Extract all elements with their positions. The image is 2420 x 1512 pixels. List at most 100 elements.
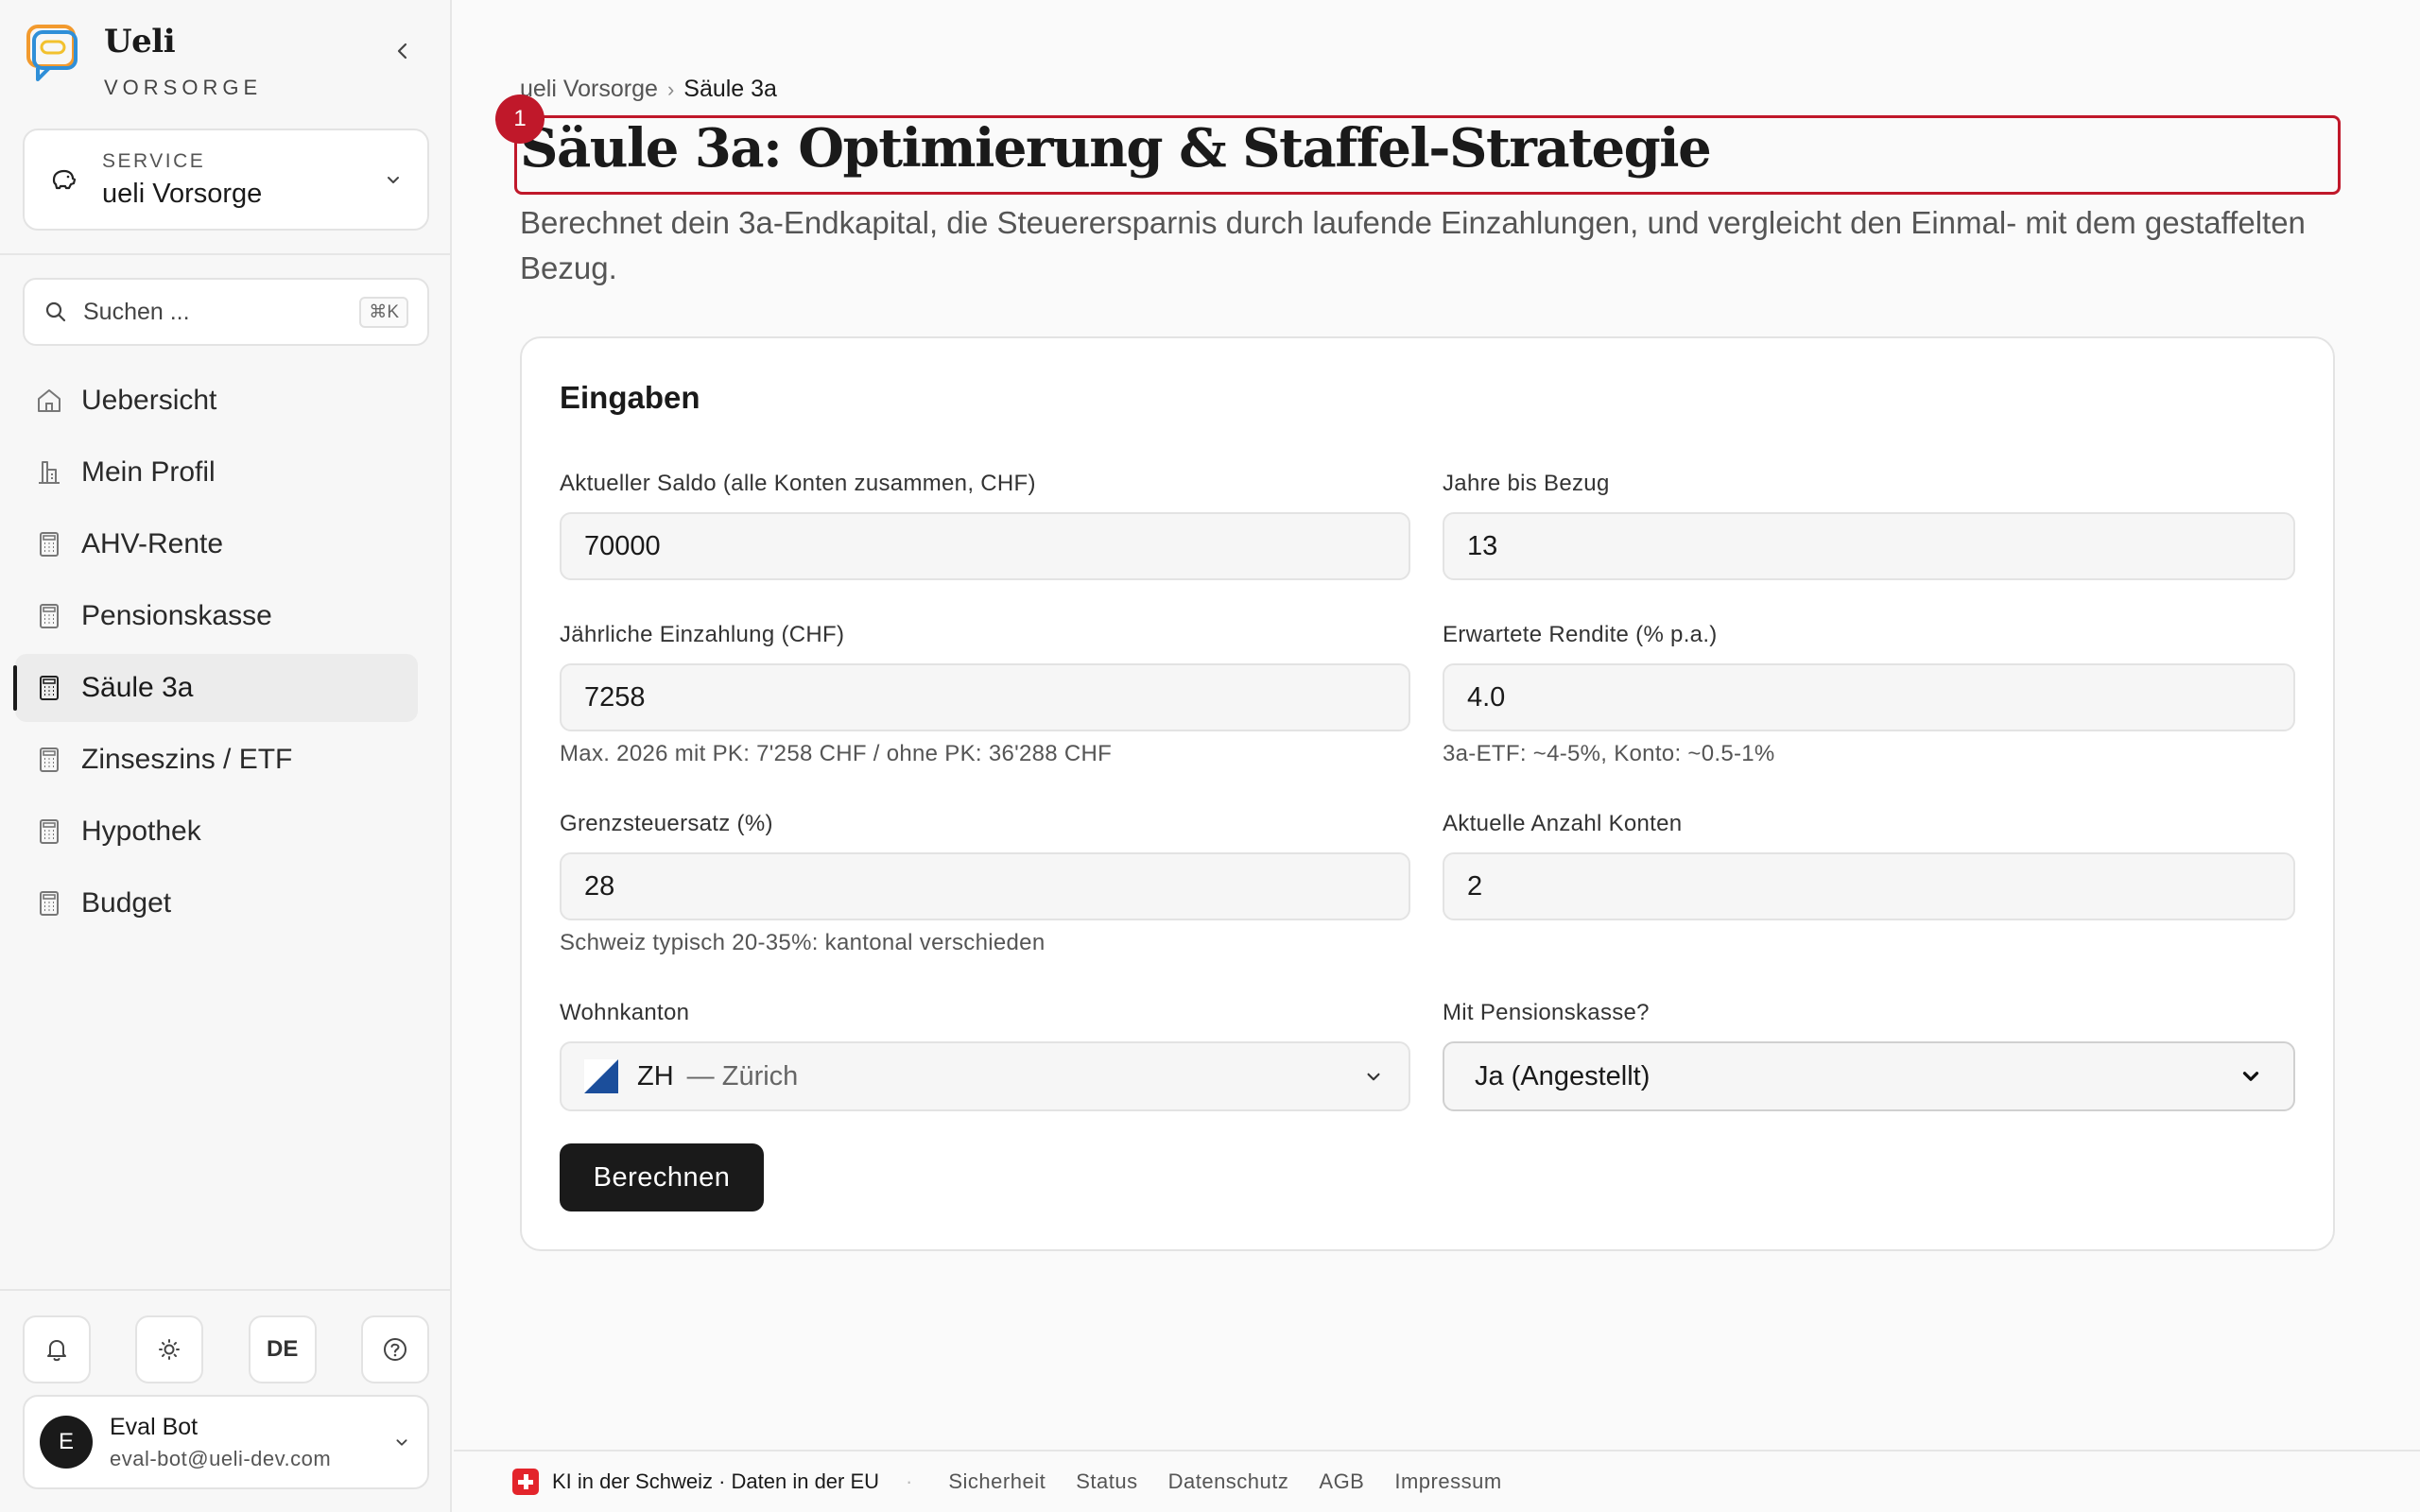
logo-icon — [26, 25, 78, 81]
calculator-icon — [34, 601, 64, 631]
kanton-name: — Zürich — [686, 1060, 799, 1091]
theme-toggle-button[interactable] — [135, 1315, 204, 1383]
calculator-icon — [34, 529, 64, 559]
footer-link-datenschutz[interactable]: Datenschutz — [1168, 1469, 1289, 1494]
sidebar: Ueli VORSORGE SERVICE ueli Vorsorge Such… — [0, 0, 452, 1512]
search-icon — [45, 301, 66, 322]
home-icon — [34, 386, 64, 416]
chevron-down-icon — [1367, 1073, 1380, 1081]
sidebar-item-label: Mein Profil — [81, 456, 216, 488]
footer-link-status[interactable]: Status — [1076, 1469, 1137, 1494]
steuersatz-hint: Schweiz typisch 20-35%: kantonal verschi… — [560, 930, 1046, 955]
piggy-bank-icon — [47, 163, 79, 196]
sidebar-item-uebersicht[interactable]: Uebersicht — [15, 367, 418, 435]
calculator-icon — [34, 888, 64, 919]
sidebar-item-label: Säule 3a — [81, 672, 194, 703]
language-button[interactable]: DE — [248, 1315, 317, 1383]
service-label: SERVICE — [102, 149, 206, 172]
user-email: eval-bot@ueli-dev.com — [110, 1446, 332, 1470]
sidebar-tools: DE — [23, 1315, 429, 1383]
saldo-input[interactable] — [560, 512, 1410, 580]
kanton-label: Wohnkanton — [560, 1000, 690, 1025]
sidebar-divider — [0, 253, 452, 255]
swiss-flag-icon — [512, 1469, 539, 1495]
konten-input[interactable] — [1443, 852, 2295, 920]
sidebar-item-label: Pensionskasse — [81, 600, 272, 631]
steuersatz-label: Grenzsteuersatz (%) — [560, 811, 773, 836]
breadcrumb-root-link[interactable]: ueli Vorsorge — [520, 76, 658, 103]
sidebar-item-label: Budget — [81, 887, 172, 919]
search-placeholder: Suchen ... — [83, 298, 190, 325]
card-title: Eingaben — [560, 380, 700, 415]
einzahlung-hint: Max. 2026 mit PK: 7'258 CHF / ohne PK: 3… — [560, 741, 1113, 766]
footer-link-sicherheit[interactable]: Sicherheit — [948, 1469, 1046, 1494]
sidebar-item-hypothek[interactable]: Hypothek — [15, 798, 418, 866]
title-highlight-box — [514, 115, 2341, 195]
jahre-label: Jahre bis Bezug — [1443, 471, 1610, 496]
footer: KI in der Schweiz · Daten in der EU · Si… — [454, 1450, 2420, 1512]
calculator-icon — [34, 673, 64, 703]
main-content: ueli Vorsorge › Säule 3a Säule 3a: Optim… — [454, 0, 2420, 1450]
inputs-card: Eingaben Aktueller Saldo (alle Konten zu… — [520, 336, 2335, 1251]
rendite-label: Erwartete Rendite (% p.a.) — [1443, 622, 1718, 647]
berechnen-button[interactable]: Berechnen — [560, 1143, 764, 1211]
sidebar-item-pensionskasse[interactable]: Pensionskasse — [15, 582, 418, 650]
chevron-down-icon — [2242, 1072, 2259, 1081]
kanton-select[interactable]: ZH — Zürich — [560, 1041, 1410, 1111]
bank-icon — [34, 457, 64, 488]
breadcrumb-current: Säule 3a — [683, 76, 777, 102]
saldo-label: Aktueller Saldo (alle Konten zusammen, C… — [560, 471, 1036, 496]
calculator-icon — [34, 816, 64, 847]
steuersatz-input[interactable] — [560, 852, 1410, 920]
breadcrumb-separator: › — [666, 77, 675, 101]
brand[interactable]: Ueli VORSORGE — [25, 23, 262, 100]
zurich-flag-icon — [584, 1059, 618, 1093]
jahre-input[interactable] — [1443, 512, 2295, 580]
sidebar-item-label: Uebersicht — [81, 385, 217, 416]
pensionskasse-select[interactable]: Ja (Angestellt) — [1443, 1041, 2295, 1111]
user-menu[interactable]: E Eval Bot eval-bot@ueli-dev.com — [23, 1395, 429, 1489]
breadcrumb: ueli Vorsorge › Säule 3a — [520, 76, 777, 103]
sidebar-item-mein-profil[interactable]: Mein Profil — [15, 438, 418, 507]
footer-link-agb[interactable]: AGB — [1319, 1469, 1364, 1494]
pk-label: Mit Pensionskasse? — [1443, 1000, 1650, 1025]
search-shortcut: ⌘K — [359, 296, 408, 328]
bell-icon — [47, 1340, 66, 1362]
sidebar-item-ahv-rente[interactable]: AHV-Rente — [15, 510, 418, 578]
sidebar-item-zinseszins-etf[interactable]: Zinseszins / ETF — [15, 726, 418, 794]
rendite-input[interactable] — [1443, 663, 2295, 731]
annotation-marker: 1 — [495, 94, 544, 144]
footer-link-impressum[interactable]: Impressum — [1394, 1469, 1501, 1494]
footer-separator: · — [906, 1469, 913, 1493]
sun-icon — [159, 1339, 181, 1360]
konten-label: Aktuelle Anzahl Konten — [1443, 811, 1683, 836]
brand-name: Ueli — [104, 23, 176, 60]
rendite-hint: 3a-ETF: ~4-5%, Konto: ~0.5-1% — [1443, 741, 1775, 766]
sidebar-item-label: Zinseszins / ETF — [81, 744, 293, 775]
help-icon — [383, 1338, 406, 1361]
chevron-left-icon — [397, 43, 407, 60]
chevron-down-icon — [396, 1439, 407, 1446]
sidebar-nav: Uebersicht Mein Profil AHV-Rente Pension… — [13, 367, 418, 941]
einzahlung-label: Jährliche Einzahlung (CHF) — [560, 622, 845, 647]
search-input[interactable]: Suchen ... ⌘K — [23, 278, 429, 346]
chevron-down-icon — [388, 177, 399, 183]
brand-sub: VORSORGE — [104, 76, 263, 99]
sidebar-item-saeule-3a[interactable]: Säule 3a — [13, 654, 418, 722]
sidebar-item-label: AHV-Rente — [81, 528, 224, 559]
collapse-sidebar-button[interactable] — [388, 36, 418, 66]
avatar: E — [40, 1416, 93, 1469]
sidebar-item-budget[interactable]: Budget — [15, 869, 418, 937]
user-name: Eval Bot — [110, 1413, 199, 1440]
footer-tagline: KI in der Schweiz · Daten in der EU — [552, 1469, 880, 1493]
einzahlung-input[interactable] — [560, 663, 1410, 731]
pk-value: Ja (Angestellt) — [1475, 1060, 1651, 1091]
calculator-icon — [34, 745, 64, 775]
kanton-code: ZH — [637, 1060, 674, 1091]
service-value: ueli Vorsorge — [102, 178, 263, 209]
service-switcher[interactable]: SERVICE ueli Vorsorge — [23, 129, 429, 231]
sidebar-item-label: Hypothek — [81, 816, 201, 847]
notifications-button[interactable] — [23, 1315, 91, 1383]
help-button[interactable] — [360, 1315, 429, 1383]
sidebar-divider — [0, 1289, 452, 1291]
